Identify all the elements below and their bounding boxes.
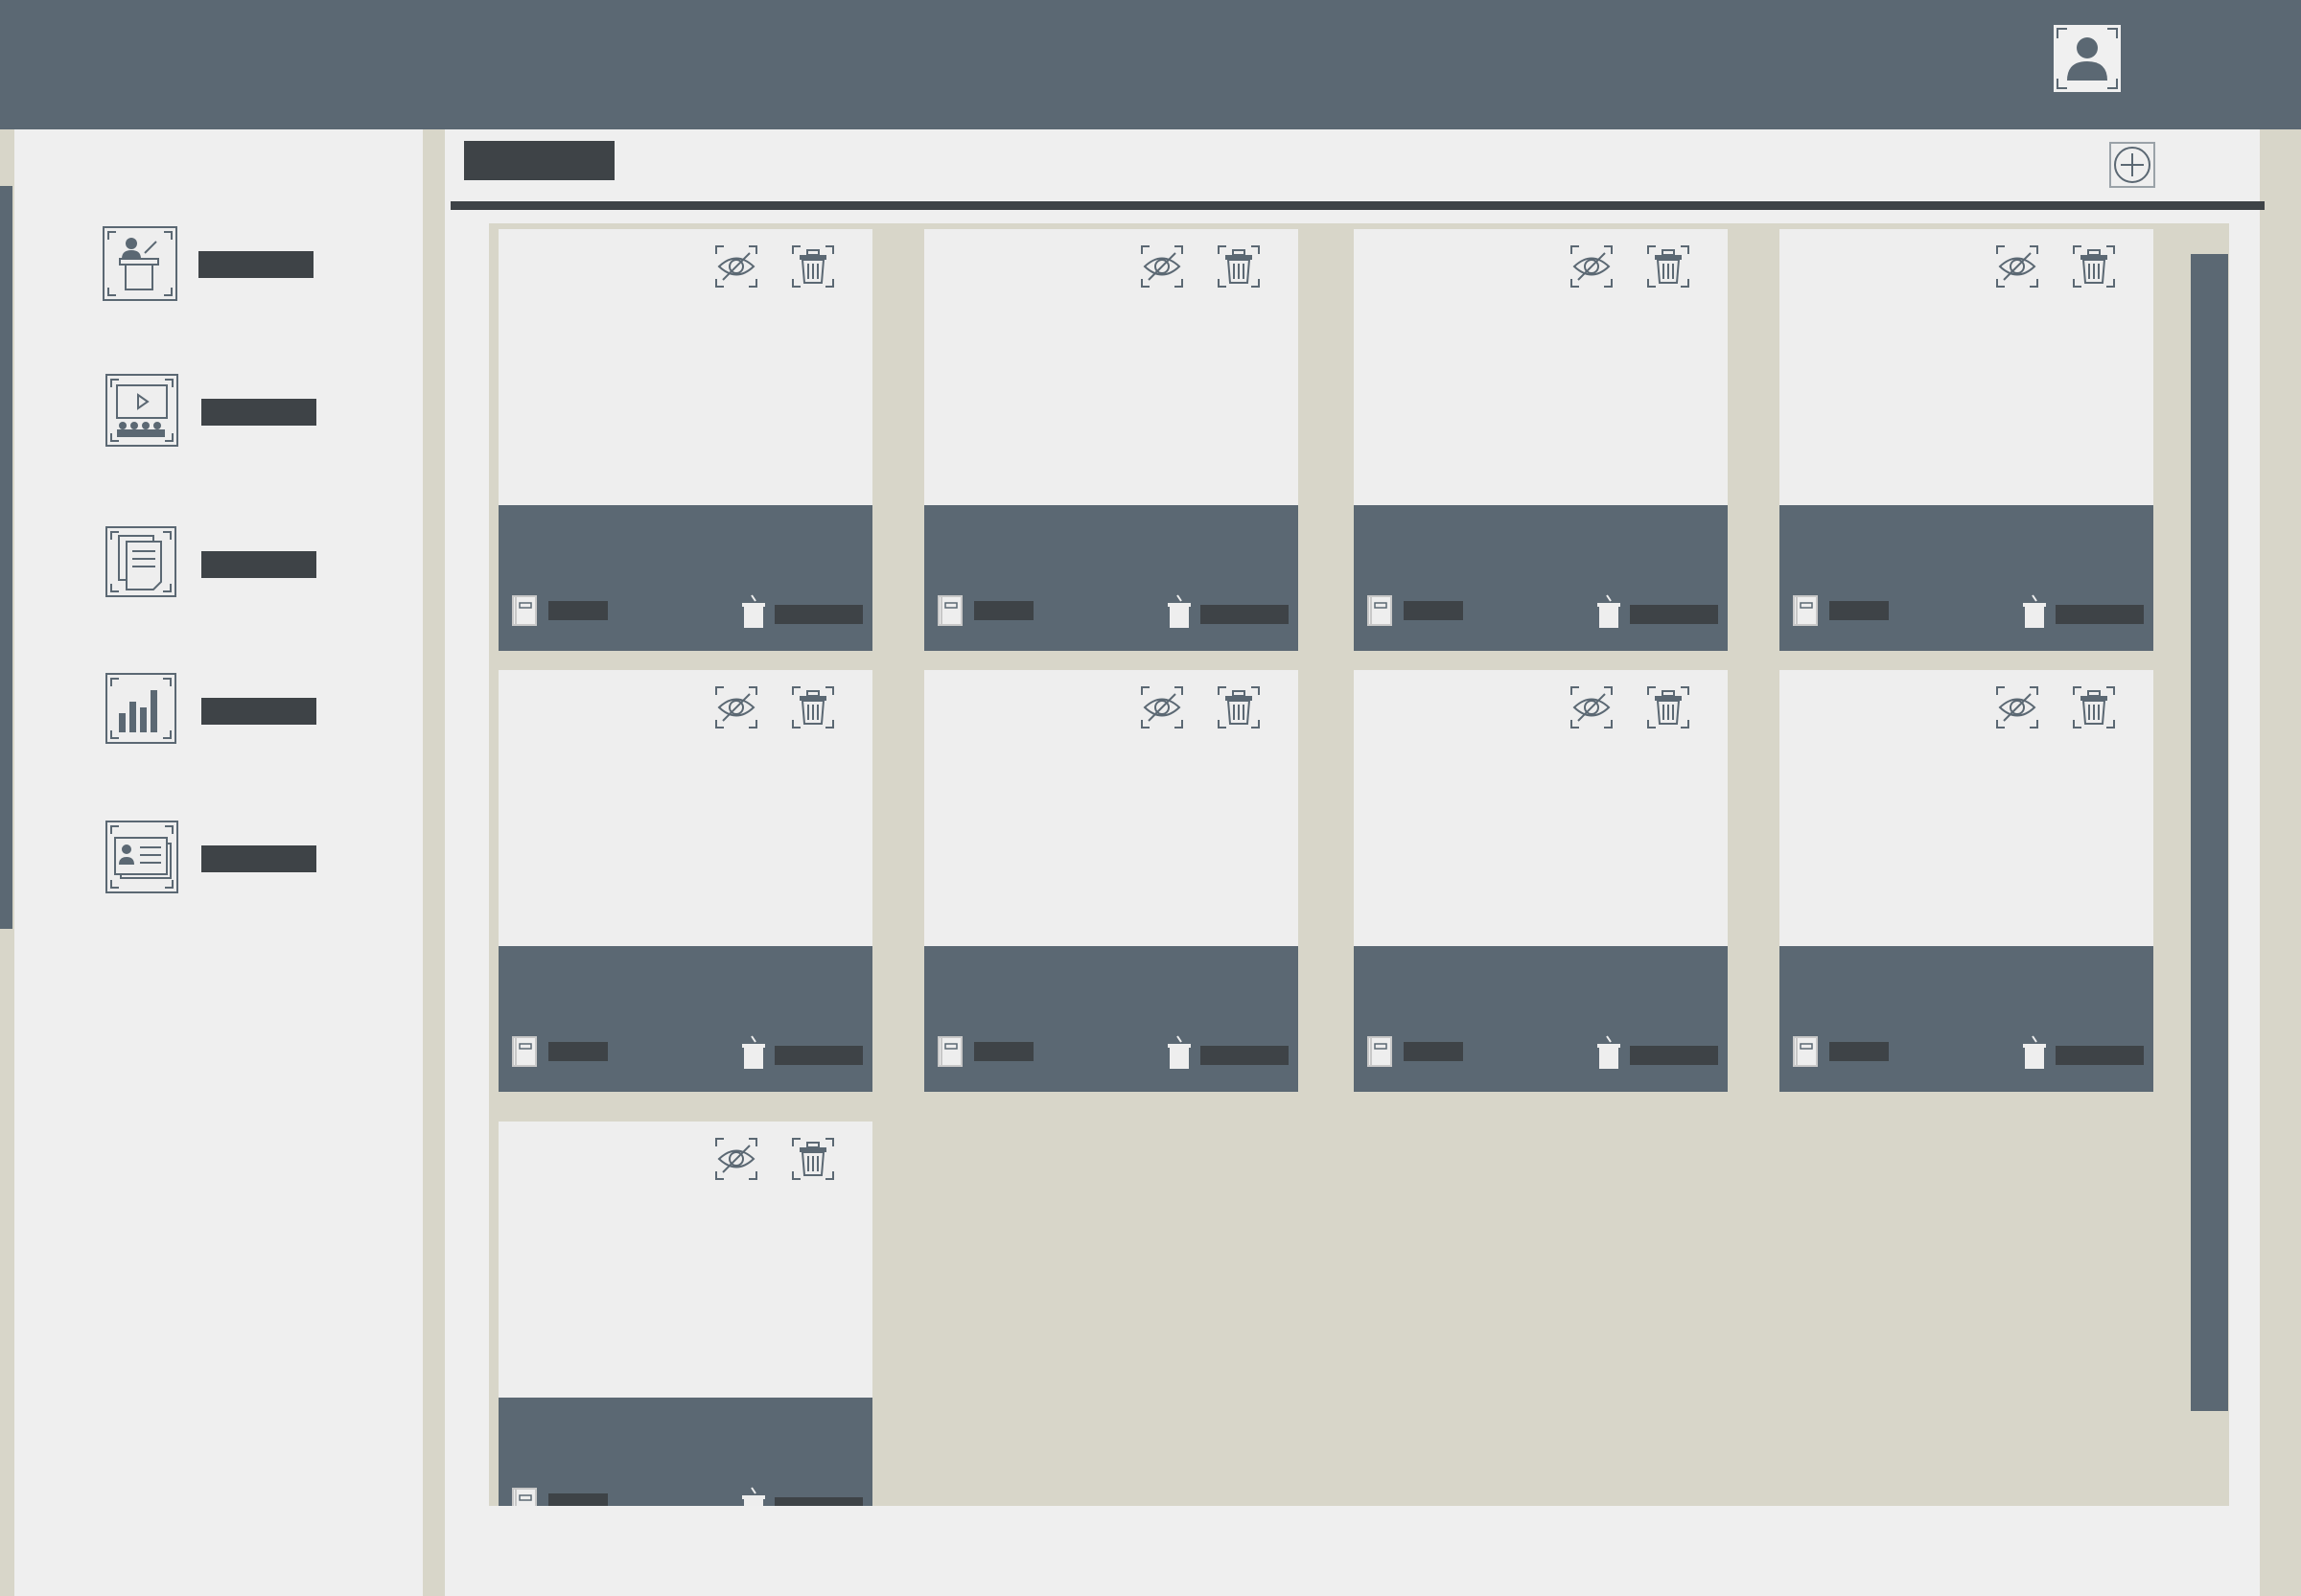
- card-left-label: [974, 1042, 1034, 1061]
- card-right-label: [1630, 1046, 1718, 1065]
- box-icon: [740, 1486, 767, 1506]
- book-icon: [512, 1488, 537, 1506]
- card-footer: [499, 1398, 872, 1506]
- trash-icon[interactable]: [791, 685, 835, 729]
- trash-icon[interactable]: [1646, 244, 1690, 289]
- trash-icon[interactable]: [1646, 685, 1690, 729]
- header-divider: [451, 201, 2265, 210]
- book-icon: [512, 595, 537, 626]
- card-footer: [1779, 946, 2153, 1092]
- top-bar: [0, 0, 2301, 129]
- card-right-label: [775, 605, 863, 624]
- sidebar-active-indicator: [0, 186, 12, 929]
- card[interactable]: [1354, 229, 1728, 651]
- book-icon: [1793, 595, 1818, 626]
- card-left-label: [1404, 601, 1463, 620]
- hide-icon[interactable]: [714, 685, 758, 729]
- sidebar-item-label: [201, 845, 316, 872]
- card-right-label: [775, 1497, 863, 1506]
- id-card-icon: [105, 821, 182, 897]
- trash-icon[interactable]: [1217, 685, 1261, 729]
- box-icon: [740, 1034, 767, 1071]
- user-avatar-icon[interactable]: [2054, 25, 2121, 92]
- card[interactable]: [1779, 670, 2153, 1092]
- card-left-label: [1829, 1042, 1889, 1061]
- hide-icon[interactable]: [1995, 685, 2039, 729]
- documents-icon: [105, 526, 182, 603]
- box-icon: [2021, 1034, 2048, 1071]
- card-footer: [499, 505, 872, 651]
- sidebar-item-label: [201, 399, 316, 426]
- card-footer: [1354, 505, 1728, 651]
- hide-icon[interactable]: [1569, 685, 1614, 729]
- book-icon: [512, 1036, 537, 1067]
- trash-icon[interactable]: [1217, 244, 1261, 289]
- card-left-label: [548, 1042, 608, 1061]
- card-right-label: [1630, 605, 1718, 624]
- card[interactable]: [1779, 229, 2153, 651]
- card-left-label: [548, 601, 608, 620]
- plus-circle-icon: [2109, 142, 2155, 188]
- book-icon: [938, 1036, 963, 1067]
- sidebar-item-label: [198, 251, 314, 278]
- box-icon: [1166, 593, 1193, 630]
- sidebar-item-label: [201, 698, 316, 725]
- card[interactable]: [499, 229, 872, 651]
- box-icon: [1595, 593, 1622, 630]
- card-footer: [1779, 505, 2153, 651]
- book-icon: [1367, 595, 1392, 626]
- card-left-label: [548, 1493, 608, 1506]
- video-audience-icon: [105, 374, 182, 451]
- bar-chart-icon: [105, 673, 182, 750]
- box-icon: [1166, 1034, 1193, 1071]
- card-right-label: [775, 1046, 863, 1065]
- hide-icon[interactable]: [714, 1137, 758, 1181]
- book-icon: [938, 595, 963, 626]
- card-footer: [924, 946, 1298, 1092]
- trash-icon[interactable]: [2072, 685, 2116, 729]
- book-icon: [1793, 1036, 1818, 1067]
- trash-icon[interactable]: [791, 244, 835, 289]
- card-left-label: [1404, 1042, 1463, 1061]
- card[interactable]: [924, 229, 1298, 651]
- vertical-scrollbar[interactable]: [2191, 254, 2228, 1411]
- hide-icon[interactable]: [1569, 244, 1614, 289]
- card[interactable]: [499, 1122, 872, 1506]
- box-icon: [740, 593, 767, 630]
- add-item-button[interactable]: [2109, 142, 2155, 188]
- card-left-label: [1829, 601, 1889, 620]
- card-left-label: [974, 601, 1034, 620]
- trash-icon[interactable]: [2072, 244, 2116, 289]
- card[interactable]: [1354, 670, 1728, 1092]
- card-footer: [499, 946, 872, 1092]
- card[interactable]: [924, 670, 1298, 1092]
- hide-icon[interactable]: [1995, 244, 2039, 289]
- card-grid[interactable]: [489, 223, 2229, 1506]
- box-icon: [1595, 1034, 1622, 1071]
- sidebar-item-analytics[interactable]: [105, 673, 326, 750]
- card-right-label: [2056, 605, 2144, 624]
- sidebar-item-label: [201, 551, 316, 578]
- hide-icon[interactable]: [714, 244, 758, 289]
- hide-icon[interactable]: [1140, 244, 1184, 289]
- sidebar-item-videos[interactable]: [105, 374, 326, 451]
- card-right-label: [2056, 1046, 2144, 1065]
- presenter-podium-icon: [103, 226, 179, 303]
- sidebar-item-documents[interactable]: [105, 526, 326, 603]
- page-title: [464, 141, 615, 180]
- card-right-label: [1200, 605, 1289, 624]
- card-footer: [924, 505, 1298, 651]
- card-footer: [1354, 946, 1728, 1092]
- card[interactable]: [499, 670, 872, 1092]
- trash-icon[interactable]: [791, 1137, 835, 1181]
- hide-icon[interactable]: [1140, 685, 1184, 729]
- card-right-label: [1200, 1046, 1289, 1065]
- book-icon: [1367, 1036, 1392, 1067]
- sidebar-item-presentations[interactable]: [103, 226, 323, 303]
- box-icon: [2021, 593, 2048, 630]
- sidebar-item-profiles[interactable]: [105, 821, 326, 897]
